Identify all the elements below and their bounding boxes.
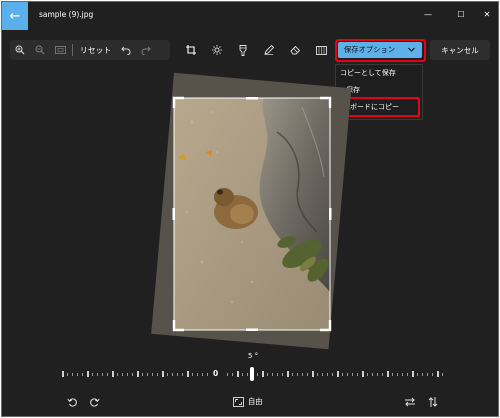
rotation-tick xyxy=(292,373,293,376)
rotation-tick xyxy=(317,373,318,376)
rotation-tick xyxy=(107,373,108,376)
aspect-ratio-button[interactable]: 自由 xyxy=(233,394,263,410)
rotation-tick xyxy=(192,373,193,376)
rotation-tick xyxy=(312,371,314,377)
rotate-right-icon xyxy=(89,397,100,407)
rotation-tick xyxy=(387,371,389,377)
rotation-tick xyxy=(352,373,353,376)
rotation-tick xyxy=(277,373,278,376)
rotation-tick xyxy=(407,373,408,376)
rotation-tick xyxy=(377,373,378,376)
rotation-tick xyxy=(167,373,168,376)
aspect-ratio-icon xyxy=(233,397,244,407)
rotation-tick xyxy=(152,373,153,376)
rotation-tick xyxy=(422,373,423,376)
rotation-tick xyxy=(127,373,128,376)
rotation-tick xyxy=(322,373,323,376)
rotation-tick xyxy=(117,373,118,376)
rotation-tick xyxy=(332,373,333,376)
flip-horizontal-icon xyxy=(405,397,415,407)
rotation-tick xyxy=(327,373,328,376)
rotation-tick xyxy=(362,371,364,377)
rotation-tick xyxy=(242,373,243,376)
rotation-tick xyxy=(392,373,393,376)
rotation-zero-label: 0 xyxy=(213,369,219,378)
rotation-tick xyxy=(417,373,418,376)
rotation-tick xyxy=(272,373,273,376)
rotation-tick xyxy=(342,373,343,376)
rotation-tick xyxy=(137,371,139,377)
rotation-tick xyxy=(347,373,348,376)
rotation-tick xyxy=(92,373,93,376)
rotation-tick xyxy=(247,373,248,376)
rotation-tick xyxy=(177,373,178,376)
rotation-tick xyxy=(382,373,383,376)
rotation-tick xyxy=(102,373,103,376)
rotation-tick xyxy=(297,373,298,376)
rotation-tick xyxy=(202,373,203,376)
rotate-left-button[interactable] xyxy=(62,394,82,410)
rotation-tick xyxy=(157,373,158,376)
rotation-tick xyxy=(77,373,78,376)
rotation-tick xyxy=(257,373,258,376)
rotate-left-icon xyxy=(66,397,77,407)
rotation-tick xyxy=(147,373,148,376)
rotation-tick xyxy=(367,373,368,376)
rotation-tick xyxy=(207,373,208,376)
rotation-tick xyxy=(187,371,189,377)
aspect-ratio-label: 自由 xyxy=(248,397,263,406)
rotation-tick xyxy=(372,373,373,376)
rotation-tick xyxy=(122,373,123,376)
rotation-tick xyxy=(237,371,239,377)
rotation-tick xyxy=(287,371,289,377)
rotation-tick xyxy=(142,373,143,376)
rotation-tick xyxy=(172,373,173,376)
flip-horizontal-button[interactable] xyxy=(400,394,420,410)
rotation-angle-readout: 5 ° xyxy=(248,352,259,360)
rotation-tick xyxy=(67,373,68,376)
rotation-tick xyxy=(302,373,303,376)
rotation-tick xyxy=(412,371,414,377)
rotation-tick xyxy=(357,373,358,376)
rotation-tick xyxy=(427,373,428,376)
rotation-tick xyxy=(437,371,439,377)
rotation-tick xyxy=(402,373,403,376)
photos-editor-window: ← sample (9).jpg — ☐ ✕ リセット 保存オプション キャンセ… xyxy=(1,1,499,417)
rotation-tick xyxy=(337,371,339,377)
rotate-right-button[interactable] xyxy=(84,394,104,410)
rotation-tick xyxy=(197,373,198,376)
rotation-tick xyxy=(307,373,308,376)
rotation-slider-thumb[interactable] xyxy=(250,367,254,381)
rotation-tick xyxy=(87,371,89,377)
rotation-tick xyxy=(232,373,233,376)
rotation-tick xyxy=(262,371,264,377)
rotation-tick xyxy=(282,373,283,376)
photo-crop-area xyxy=(174,98,330,330)
rotation-angle-slider[interactable]: 0 xyxy=(62,364,443,384)
rotation-tick xyxy=(227,373,228,376)
rotation-tick xyxy=(162,371,164,377)
rotation-tick xyxy=(132,373,133,376)
flip-vertical-button[interactable] xyxy=(423,394,443,410)
rotation-tick xyxy=(72,373,73,376)
rotation-tick xyxy=(182,373,183,376)
rotation-tick xyxy=(432,373,433,376)
rotation-tick xyxy=(267,373,268,376)
rotation-tick xyxy=(97,373,98,376)
rotation-tick xyxy=(62,371,64,377)
rotation-tick xyxy=(82,373,83,376)
rotation-tick xyxy=(397,373,398,376)
rotation-tick xyxy=(112,371,114,377)
rotation-tick xyxy=(442,373,443,376)
flip-vertical-icon xyxy=(428,397,438,407)
